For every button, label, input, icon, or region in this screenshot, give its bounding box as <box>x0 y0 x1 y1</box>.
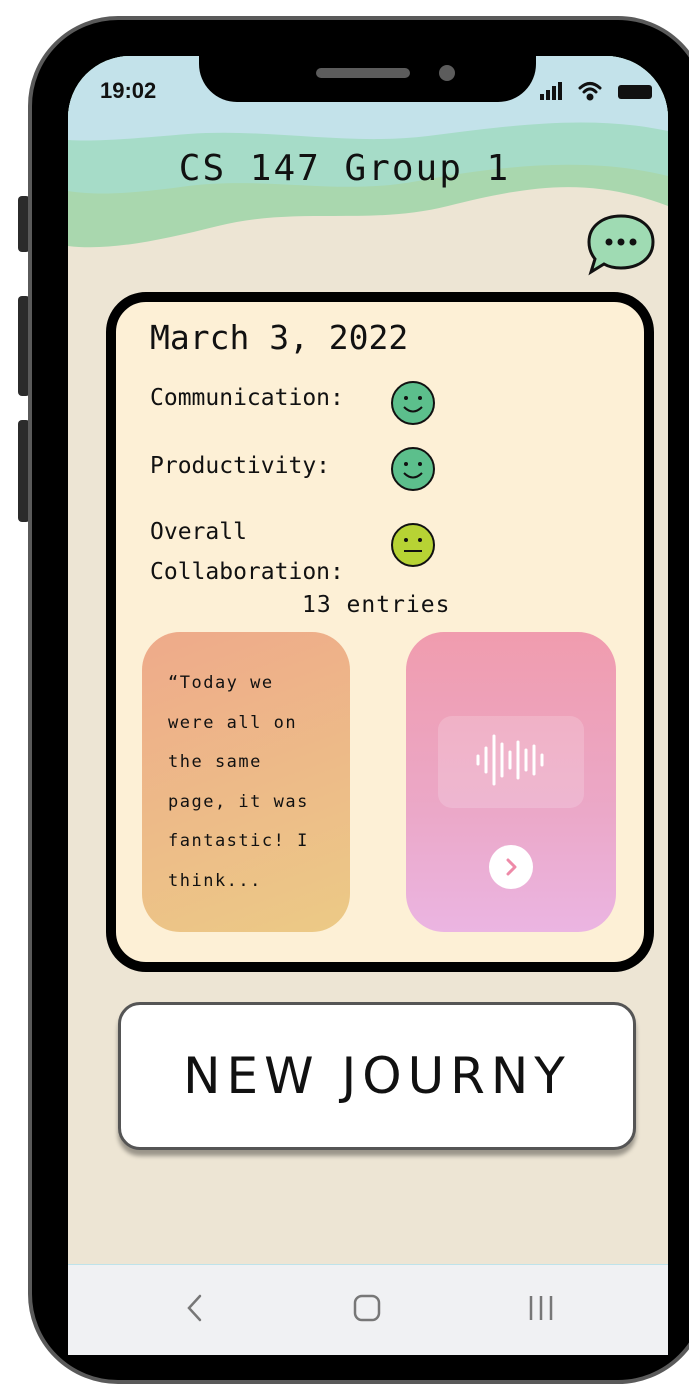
play-icon <box>506 858 517 876</box>
audio-waveform-icon <box>476 734 544 786</box>
quote-text: “Today we were all on the same page, it … <box>168 673 309 891</box>
home-icon[interactable] <box>350 1286 384 1330</box>
page-title: CS 147 Group 1 <box>178 148 511 189</box>
speaker <box>316 68 410 78</box>
camera <box>439 65 455 81</box>
back-icon[interactable] <box>180 1286 210 1330</box>
metric-communication-label: Communication: <box>150 385 344 411</box>
entry-date: March 3, 2022 <box>150 318 409 357</box>
recents-icon[interactable] <box>524 1286 558 1330</box>
happy-face-icon <box>391 381 435 425</box>
play-button[interactable] <box>489 845 533 889</box>
metric-productivity-label: Productivity: <box>150 453 331 479</box>
new-journey-button[interactable]: NEW JOURNY <box>118 1002 636 1150</box>
battery-icon <box>618 85 652 99</box>
metric-collaboration-label: Overall Collaboration: <box>150 519 344 585</box>
signal-icon <box>540 82 562 100</box>
status-icons <box>540 82 652 101</box>
notch <box>199 56 536 102</box>
wifi-icon <box>578 82 602 101</box>
happy-face-icon <box>391 447 435 491</box>
chat-bubble-icon[interactable] <box>585 212 657 276</box>
status-time: 19:02 <box>100 78 157 103</box>
neutral-face-icon <box>391 523 435 567</box>
entry-count: 13 entries <box>302 592 451 618</box>
